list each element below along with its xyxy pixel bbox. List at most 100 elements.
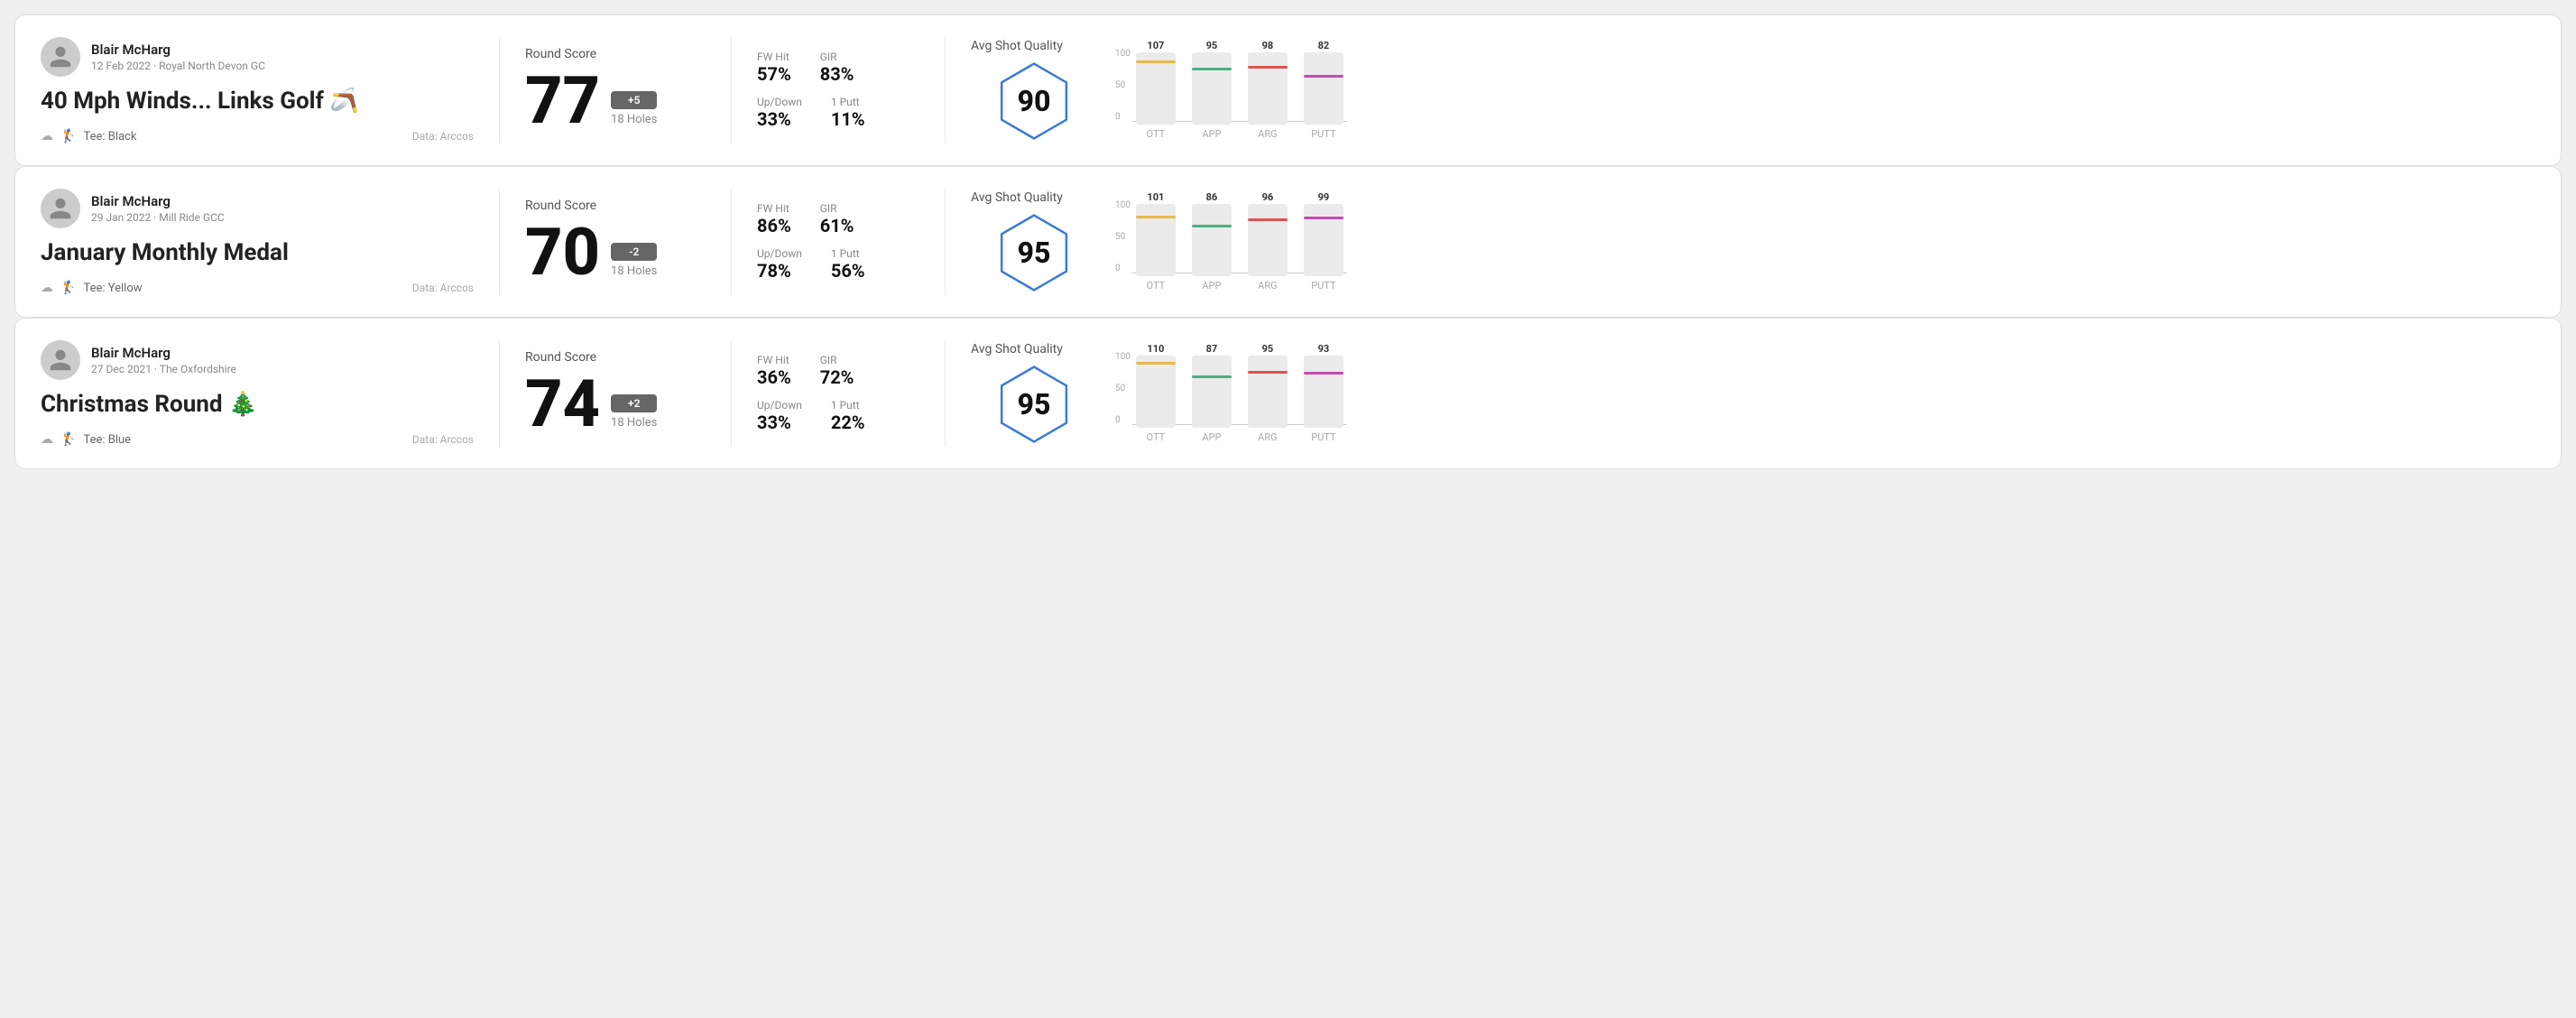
bar-value: 95 [1262, 344, 1274, 354]
bar-value: 95 [1206, 41, 1218, 51]
score-section: Round Score 77 +5 18 Holes [525, 47, 706, 134]
bar-label: OTT [1147, 128, 1166, 140]
updown-stat: Up/Down 78% [757, 247, 802, 282]
bar-group: 110 OTT [1136, 344, 1176, 443]
quality-label: Avg Shot Quality [971, 190, 1063, 205]
quality-label: Avg Shot Quality [971, 342, 1063, 356]
bar-value: 98 [1262, 41, 1274, 51]
updown-stat: Up/Down 33% [757, 96, 802, 130]
bar-label: ARG [1258, 128, 1277, 140]
bar-group: 95ARG [1248, 344, 1288, 443]
score-number: 77 [525, 69, 600, 134]
section-divider [731, 189, 732, 295]
bar-label: ARG [1258, 280, 1277, 292]
score-section: Round Score 74 +2 18 Holes [525, 350, 706, 437]
fw-hit-label: FW Hit [757, 354, 791, 366]
hexagon-score: 90 [1018, 84, 1051, 118]
user-date-course: 29 Jan 2022 · Mill Ride GCC [91, 211, 225, 224]
bar-group: 99PUTT [1304, 192, 1343, 292]
y-axis-label: 50 [1115, 81, 1131, 90]
gir-stat: GIR 61% [820, 202, 854, 236]
stats-section: FW Hit 36% GIR 72% Up/Down 33% 1 Putt 22… [757, 354, 919, 433]
score-main: 70 -2 18 Holes [525, 220, 706, 285]
score-label: Round Score [525, 47, 706, 61]
stats-row-bottom: Up/Down 33% 1 Putt 22% [757, 399, 919, 433]
gir-label: GIR [820, 202, 854, 215]
fw-hit-label: FW Hit [757, 202, 791, 215]
round-card: Blair McHarg 12 Feb 2022 · Royal North D… [14, 14, 2562, 166]
oneputt-value: 11% [831, 108, 865, 130]
bar-label: OTT [1147, 431, 1166, 443]
gir-label: GIR [820, 354, 854, 366]
weather-icon: ☁ [41, 432, 53, 447]
score-badge-holes: +5 18 Holes [611, 91, 657, 126]
weather-icon: ☁ [41, 129, 53, 143]
bar-value: 107 [1147, 41, 1164, 51]
bar-group: 82PUTT [1304, 41, 1343, 140]
section-divider [945, 189, 946, 295]
bar-group: 98 ARG [1248, 41, 1288, 140]
score-label: Round Score [525, 350, 706, 365]
score-badge: +2 [611, 394, 657, 412]
round-card: Blair McHarg 27 Dec 2021 · The Oxfordshi… [14, 318, 2562, 469]
avatar [41, 340, 80, 380]
user-date-course: 12 Feb 2022 · Royal North Devon GC [91, 60, 265, 72]
chart-section: 100500110OTT87APP95ARG93PUTT [1097, 344, 2535, 443]
oneputt-label: 1 Putt [831, 399, 865, 412]
user-name: Blair McHarg [91, 42, 265, 58]
score-label: Round Score [525, 199, 706, 213]
oneputt-stat: 1 Putt 11% [831, 96, 865, 130]
fw-hit-stat: FW Hit 57% [757, 51, 791, 85]
stats-row-bottom: Up/Down 78% 1 Putt 56% [757, 247, 919, 282]
bar-group: 87APP [1192, 344, 1232, 443]
user-info: Blair McHarg 29 Jan 2022 · Mill Ride GCC [91, 193, 225, 224]
round-title: January Monthly Medal [41, 239, 474, 266]
bar-value: 101 [1147, 192, 1164, 202]
round-info-section: Blair McHarg 29 Jan 2022 · Mill Ride GCC… [41, 189, 474, 295]
user-date-course: 27 Dec 2021 · The Oxfordshire [91, 363, 236, 375]
bar-value: 82 [1318, 41, 1330, 51]
bar-label: APP [1202, 128, 1221, 140]
quality-label: Avg Shot Quality [971, 39, 1063, 53]
y-axis-label: 100 [1115, 353, 1131, 362]
bar-value: 96 [1262, 192, 1274, 202]
bar-group: 95 APP [1192, 41, 1232, 140]
bar-value: 99 [1318, 192, 1330, 202]
oneputt-stat: 1 Putt 56% [831, 247, 865, 282]
quality-section: Avg Shot Quality 95 [971, 342, 1097, 445]
holes-text: 18 Holes [611, 264, 657, 278]
round-info-section: Blair McHarg 12 Feb 2022 · Royal North D… [41, 37, 474, 143]
bar-value: 110 [1147, 344, 1164, 354]
gir-value: 72% [820, 366, 854, 388]
score-number: 74 [525, 372, 600, 437]
weather-icon: ☁ [41, 281, 53, 295]
user-icon [48, 347, 73, 373]
user-icon [48, 44, 73, 69]
score-badge-holes: -2 18 Holes [611, 243, 657, 278]
section-divider [499, 189, 500, 295]
bar-label: APP [1202, 280, 1221, 292]
score-section: Round Score 70 -2 18 Holes [525, 199, 706, 285]
stats-section: FW Hit 57% GIR 83% Up/Down 33% 1 Putt 11… [757, 51, 919, 130]
tee-row: ☁ 🏌 Tee: Blue Data: Arccos [41, 432, 474, 447]
round-title: 40 Mph Winds... Links Golf 🪃 [41, 88, 474, 115]
y-axis-label: 100 [1115, 50, 1131, 59]
bag-icon: 🏌 [60, 129, 76, 143]
updown-label: Up/Down [757, 399, 802, 412]
data-source: Data: Arccos [412, 433, 474, 446]
oneputt-label: 1 Putt [831, 96, 865, 108]
holes-text: 18 Holes [611, 416, 657, 430]
round-title: Christmas Round 🎄 [41, 391, 474, 418]
score-main: 74 +2 18 Holes [525, 372, 706, 437]
round-card: Blair McHarg 29 Jan 2022 · Mill Ride GCC… [14, 166, 2562, 318]
hexagon-score: 95 [1018, 387, 1051, 421]
user-icon [48, 196, 73, 221]
bar-group: 96 ARG [1248, 192, 1288, 292]
fw-hit-stat: FW Hit 36% [757, 354, 791, 388]
stats-row-top: FW Hit 86% GIR 61% [757, 202, 919, 236]
section-divider [499, 340, 500, 447]
hexagon-container: 90 [989, 60, 1079, 142]
gir-value: 83% [820, 63, 854, 85]
section-divider [945, 37, 946, 143]
oneputt-stat: 1 Putt 22% [831, 399, 865, 433]
